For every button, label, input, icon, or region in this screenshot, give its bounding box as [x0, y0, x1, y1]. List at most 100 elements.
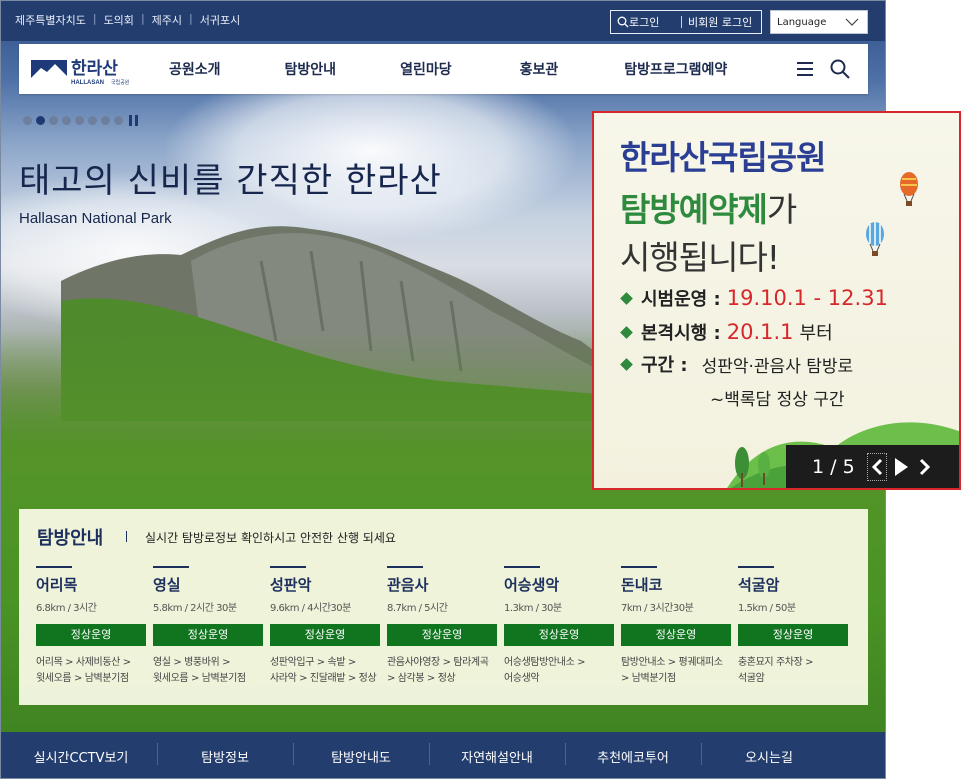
quick-link-trail-info[interactable]: 탐방정보: [157, 742, 293, 766]
trail-rule: [387, 566, 423, 568]
trail-route-line: 어승생탐방안내소 >: [504, 657, 586, 668]
trail-donnaeko[interactable]: 돈내코 7km / 3시간30분 정상운영 탐방안내소 > 평궤대피소 > 남벽분…: [621, 566, 731, 687]
trail-route: 영실 > 병풍바위 > 윗세오름 > 남벽분기점: [153, 655, 263, 687]
trail-name: 영실: [153, 576, 181, 594]
hero-title: 태고의 신비를 간직한 한라산: [19, 161, 442, 201]
menu-park-intro[interactable]: 공원소개: [169, 59, 221, 79]
quick-link-eco-tour[interactable]: 추천에코투어: [565, 742, 701, 766]
quick-link-nature-guide[interactable]: 자연해설안내: [429, 742, 565, 766]
trail-yeongsil[interactable]: 영실 5.8km / 2시간 30분 정상운영 영실 > 병풍바위 > 윗세오름 …: [153, 566, 263, 687]
trail-distance: 5.8km / 2시간 30분: [153, 603, 237, 614]
bullet-label: 시범운영 :: [641, 289, 721, 310]
slide-dot[interactable]: [101, 116, 110, 125]
search-icon: [617, 16, 629, 28]
quick-link-trail-map[interactable]: 탐방안내도: [293, 742, 429, 766]
link-jeju-city[interactable]: 제주시: [152, 12, 182, 28]
popup-next-button[interactable]: [915, 453, 935, 481]
slide-dot[interactable]: [75, 116, 84, 125]
popup-headline-2: 탐방예약제가: [620, 183, 797, 231]
search-icon[interactable]: [829, 58, 851, 80]
diamond-bullet-icon: [620, 357, 633, 371]
trail-status-badge: 정상운영: [270, 624, 380, 646]
trail-status-badge: 정상운영: [387, 624, 497, 646]
quick-link-directions[interactable]: 오시는길: [701, 742, 837, 766]
trail-route-line: 어승생악: [504, 673, 540, 684]
trail-status-badge: 정상운영: [36, 624, 146, 646]
trail-rule: [738, 566, 774, 568]
trail-distance: 1.3km / 30분: [504, 603, 562, 614]
notice-popup[interactable]: 한라산국립공원 탐방예약제가 시행됩니다! 시범운영 :19.10.1 - 12…: [592, 111, 961, 490]
trail-distance: 7km / 3시간30분: [621, 603, 694, 614]
trail-status-badge: 정상운영: [621, 624, 731, 646]
trail-route-line: 윗세오름 > 남벽분기점: [36, 673, 129, 684]
slide-dot-active[interactable]: [36, 116, 45, 125]
popup-prev-button[interactable]: [866, 452, 887, 481]
language-select[interactable]: Language: [770, 10, 868, 34]
quick-link-cctv[interactable]: 실시간CCTV보기: [13, 747, 149, 766]
divider: [681, 16, 682, 28]
popup-headline: 한라산국립공원: [620, 138, 827, 177]
trail-eorimok[interactable]: 어리목 6.8km / 3시간 정상운영 어리목 > 사제비동산 > 윗세오름 >…: [36, 566, 146, 687]
trail-route-line: > 삼각봉 > 정상: [387, 673, 456, 684]
menu-bar: 공원소개 탐방안내 열린마당 홍보관 탐방프로그램예약: [169, 44, 727, 94]
trail-eoseungsaengak[interactable]: 어승생악 1.3km / 30분 정상운영 어승생탐방안내소 > 어승생악: [504, 566, 614, 687]
trail-route-line: 관음사야영장 > 탐라계곡: [387, 657, 489, 668]
trail-route-line: > 남벽분기점: [621, 673, 676, 684]
trail-rule: [36, 566, 72, 568]
trail-name: 성판악: [270, 576, 312, 594]
link-jeju-province[interactable]: 제주특별자치도: [15, 12, 86, 28]
trail-status-badge: 정상운영: [738, 624, 848, 646]
slide-dot[interactable]: [114, 116, 123, 125]
trail-route: 어승생탐방안내소 > 어승생악: [504, 655, 614, 687]
popup-bullet-section: 구간 : 성판악·관음사 탐방로: [620, 351, 853, 377]
divider: |: [92, 12, 97, 25]
balloon-icon: [900, 172, 918, 206]
trail-route-line: 영실 > 병풍바위 >: [153, 657, 231, 668]
chevron-down-icon: [845, 18, 859, 26]
hero-slide-indicators: [23, 115, 141, 126]
pause-icon[interactable]: [129, 115, 141, 126]
trail-status-badge: 정상운영: [504, 624, 614, 646]
link-seogwipo-city[interactable]: 서귀포시: [200, 12, 240, 28]
trail-gwaneumsa[interactable]: 관음사 8.7km / 5시간 정상운영 관음사야영장 > 탐라계곡 > 삼각봉 …: [387, 566, 497, 687]
menu-open-forum[interactable]: 열린마당: [400, 59, 452, 79]
trail-route-line: 성판악입구 > 속밭 >: [270, 657, 356, 668]
trail-name: 어리목: [36, 576, 78, 594]
popup-play-button[interactable]: [891, 453, 911, 481]
hallasan-logo[interactable]: 한라산 HALLASAN 국립공원: [31, 54, 151, 86]
trail-route-line: 충혼묘지 주차장 >: [738, 657, 814, 668]
trail-seongpanak[interactable]: 성판악 9.6km / 4시간30분 정상운영 성판악입구 > 속밭 > 사라악 …: [270, 566, 380, 687]
slide-dot[interactable]: [88, 116, 97, 125]
trail-status-badge: 정상운영: [153, 624, 263, 646]
guest-login-button[interactable]: 비회원 로그인: [688, 14, 752, 30]
menu-pr-hall[interactable]: 홍보관: [520, 59, 559, 79]
diamond-bullet-icon: [620, 325, 633, 339]
divider: |: [140, 12, 145, 25]
trail-name: 관음사: [387, 576, 429, 594]
trail-route: 충혼묘지 주차장 > 석굴암: [738, 655, 848, 687]
slide-dot[interactable]: [23, 116, 32, 125]
trail-route-line: 어리목 > 사제비동산 >: [36, 657, 131, 668]
bullet-value: 19.10.1 - 12.31: [726, 286, 888, 310]
trail-name: 돈내코: [621, 576, 663, 594]
hiking-info-panel: 탐방안내 실시간 탐방로정보 확인하시고 안전한 산행 되세요 어리목 6.8k…: [19, 509, 868, 705]
trail-seokguram[interactable]: 석굴암 1.5km / 50분 정상운영 충혼묘지 주차장 > 석굴암: [738, 566, 848, 687]
slide-dot[interactable]: [62, 116, 71, 125]
trail-route: 탐방안내소 > 평궤대피소 > 남벽분기점: [621, 655, 731, 687]
slide-dot[interactable]: [49, 116, 58, 125]
hamburger-menu-icon[interactable]: [795, 59, 815, 79]
trail-route: 어리목 > 사제비동산 > 윗세오름 > 남벽분기점: [36, 655, 146, 687]
logo-text-sub: 국립공원: [111, 79, 130, 86]
bullet-label: 본격시행 :: [641, 323, 721, 344]
hiking-info-title: 탐방안내: [37, 528, 104, 549]
menu-visit-guide[interactable]: 탐방안내: [285, 59, 337, 79]
chevron-right-icon: [919, 458, 930, 475]
popup-highlight: 탐방예약제: [620, 190, 768, 229]
hiking-info-description: 실시간 탐방로정보 확인하시고 안전한 산행 되세요: [145, 531, 396, 545]
trail-route: 관음사야영장 > 탐라계곡 > 삼각봉 > 정상: [387, 655, 497, 687]
chevron-left-icon: [871, 458, 882, 475]
login-button[interactable]: 로그인: [611, 14, 675, 30]
link-provincial-council[interactable]: 도의회: [104, 12, 134, 28]
diamond-bullet-icon: [620, 291, 633, 305]
menu-program-reservation[interactable]: 탐방프로그램예약: [624, 59, 727, 79]
